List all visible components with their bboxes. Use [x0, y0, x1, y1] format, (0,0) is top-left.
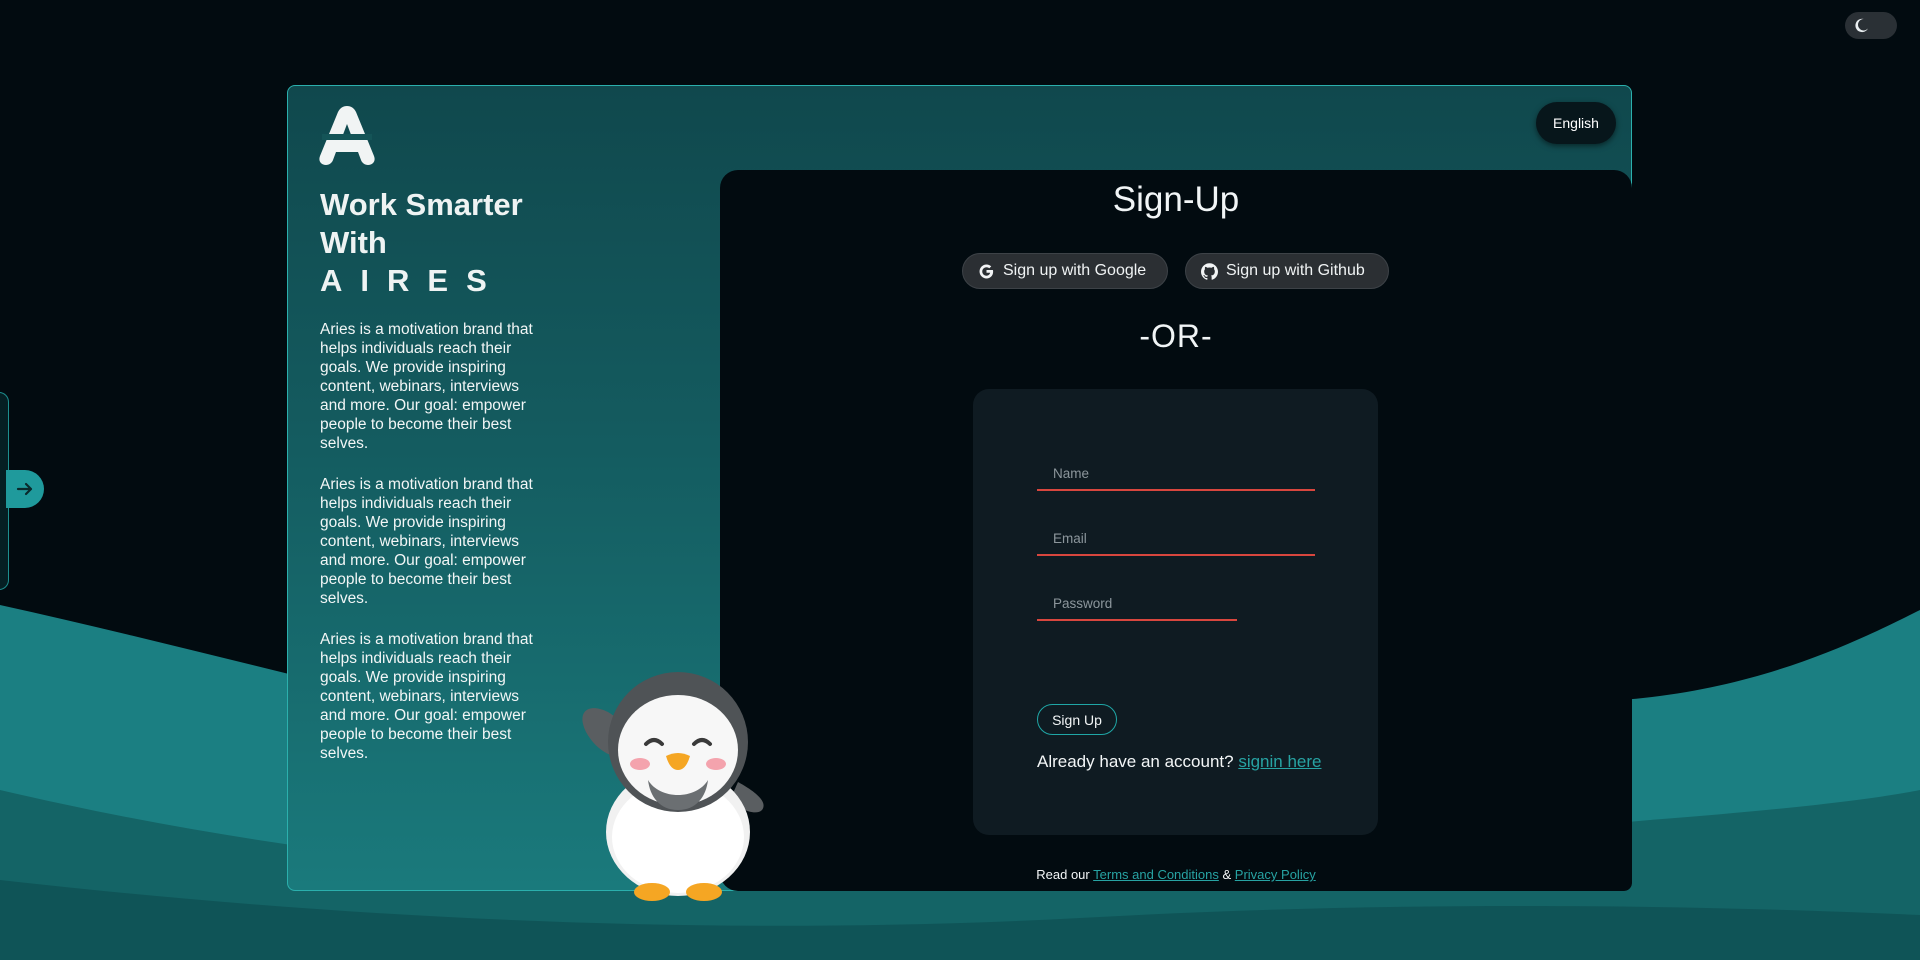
headline: Work Smarter With AIRES — [320, 186, 535, 300]
intro-column: Work Smarter With AIRES Aries is a motiv… — [320, 186, 535, 763]
headline-brand: AIRES — [320, 263, 505, 298]
google-icon — [979, 264, 994, 278]
or-divider: -OR- — [1139, 318, 1213, 354]
theme-toggle[interactable] — [1845, 12, 1897, 39]
intro-paragraph: Aries is a motivation brand that helps i… — [320, 631, 533, 762]
terms-link[interactable]: Terms and Conditions — [1093, 867, 1219, 882]
headline-line-2: With — [320, 225, 387, 260]
signup-form: Sign Up Already have an account? signin … — [973, 389, 1378, 835]
signin-prompt: Already have an account? signin here — [1037, 752, 1322, 772]
legal-ampersand: & — [1222, 867, 1232, 882]
signup-card: Work Smarter With AIRES Aries is a motiv… — [287, 85, 1632, 891]
name-input[interactable] — [1037, 457, 1315, 491]
signin-link[interactable]: signin here — [1238, 752, 1321, 771]
password-input[interactable] — [1037, 587, 1237, 621]
signin-prompt-text: Already have an account? — [1037, 752, 1234, 771]
language-button[interactable]: English — [1536, 102, 1616, 144]
side-nav-toggle-button[interactable] — [6, 470, 44, 508]
aires-logo-icon — [319, 106, 375, 165]
penguin-mascot-icon — [582, 672, 764, 901]
google-signup-label: Sign up with Google — [1003, 262, 1147, 279]
headline-line-1: Work Smarter — [320, 187, 523, 222]
signup-panel: Sign-Up Sign up with Google Sign up with… — [720, 170, 1632, 891]
privacy-link[interactable]: Privacy Policy — [1235, 867, 1316, 882]
intro-paragraph: Aries is a motivation brand that helps i… — [320, 476, 533, 607]
signup-submit-button[interactable]: Sign Up — [1037, 704, 1117, 735]
arrow-right-icon — [16, 482, 33, 496]
email-input[interactable] — [1037, 522, 1315, 556]
legal-notice: Read our Terms and Conditions & Privacy … — [720, 867, 1632, 882]
google-signup-button[interactable]: Sign up with Google — [962, 253, 1168, 289]
github-signup-label: Sign up with Github — [1226, 262, 1365, 279]
legal-prefix: Read our — [1036, 867, 1090, 882]
github-signup-button[interactable]: Sign up with Github — [1185, 253, 1389, 289]
page-title: Sign-Up — [1112, 180, 1240, 219]
moon-icon — [1855, 18, 1868, 33]
github-icon — [1201, 262, 1218, 280]
intro-paragraph: Aries is a motivation brand that helps i… — [320, 321, 533, 452]
